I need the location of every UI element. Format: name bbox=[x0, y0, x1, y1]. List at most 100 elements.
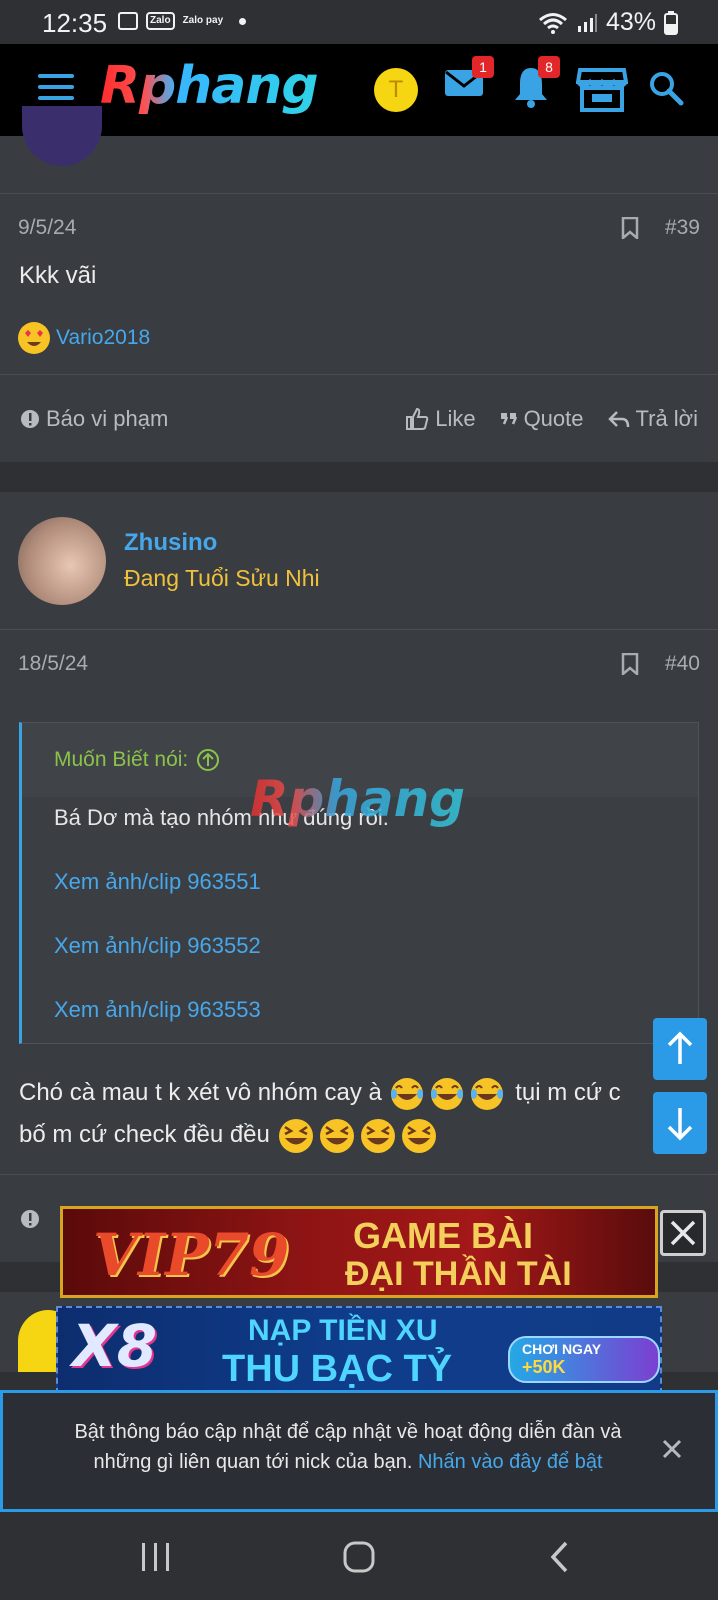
post-body: Chó cà mau t k xét vô nhóm cay à tụi m c… bbox=[0, 1072, 718, 1156]
quote-body: Bá Dơ mà tạo nhóm như đúng rồi. Xem ảnh/… bbox=[22, 797, 698, 1043]
reply-icon bbox=[607, 410, 629, 427]
app-header: Rphang T 1 8 bbox=[0, 44, 718, 136]
recents-icon[interactable] bbox=[140, 1542, 172, 1572]
quote-author: Muốn Biết nói: bbox=[54, 748, 189, 771]
alert-icon bbox=[21, 409, 39, 428]
back-icon[interactable] bbox=[548, 1540, 570, 1574]
status-right: 43% bbox=[538, 8, 678, 37]
laughing-emoji-icon bbox=[277, 1118, 441, 1153]
store-icon bbox=[575, 68, 629, 112]
enable-notifications-link[interactable]: Nhấn vào đây để bật bbox=[418, 1451, 603, 1473]
post-author: Zhusino Đang Tuổi Sửu Nhi bbox=[0, 492, 718, 630]
site-watermark: Rphang bbox=[250, 770, 466, 828]
wifi-icon bbox=[538, 12, 567, 34]
scroll-bottom-button[interactable] bbox=[653, 1092, 707, 1154]
media-link[interactable]: Xem ảnh/clip 963551 bbox=[54, 869, 666, 895]
avatar[interactable] bbox=[18, 516, 106, 605]
home-icon[interactable] bbox=[342, 1540, 376, 1574]
search-button[interactable] bbox=[648, 70, 684, 111]
reply-label: Trả lời bbox=[635, 405, 699, 431]
like-label: Like bbox=[435, 405, 476, 431]
battery-percent: 43% bbox=[605, 8, 656, 36]
battery-icon bbox=[664, 10, 678, 35]
signal-icon bbox=[577, 13, 597, 32]
ad-close-button[interactable] bbox=[660, 1210, 706, 1256]
search-icon bbox=[650, 72, 684, 106]
post-body: Kkk vãi bbox=[19, 262, 97, 289]
zalopay-icon: Zalo pay bbox=[182, 15, 224, 26]
bookmark-icon[interactable] bbox=[621, 653, 639, 675]
messages-badge: 1 bbox=[472, 56, 494, 78]
post-date[interactable]: 9/5/24 bbox=[18, 216, 76, 240]
ad-brand: X8 bbox=[72, 1312, 158, 1380]
avatar[interactable] bbox=[22, 106, 102, 166]
ad-brand: VIP79 bbox=[93, 1221, 290, 1289]
post-number[interactable]: #39 bbox=[665, 216, 700, 240]
ad-headline: GAME BÀI bbox=[353, 1215, 533, 1256]
post-40: Zhusino Đang Tuổi Sửu Nhi 18/5/24 #40 Mu… bbox=[0, 492, 718, 1262]
bookmark-icon[interactable] bbox=[621, 217, 639, 239]
post-text-line1-tail: tụi m cứ c bbox=[515, 1079, 621, 1106]
user-avatar-button[interactable]: T bbox=[374, 68, 418, 112]
tears-joy-emoji-icon bbox=[389, 1077, 516, 1110]
push-notification-banner: Bật thông báo cập nhật để cập nhật về ho… bbox=[0, 1390, 718, 1512]
media-link[interactable]: Xem ảnh/clip 963552 bbox=[54, 933, 666, 959]
zalo-icon: Zalo bbox=[146, 12, 175, 30]
heart-eyes-emoji-icon bbox=[18, 322, 50, 354]
store-button[interactable] bbox=[575, 66, 629, 117]
media-link[interactable]: Xem ảnh/clip 963553 bbox=[54, 997, 666, 1023]
quote-button[interactable]: Quote bbox=[500, 406, 584, 432]
reply-button[interactable]: Trả lời bbox=[607, 405, 699, 432]
arrow-down-icon bbox=[667, 1108, 693, 1141]
post-39: 9/5/24 #39 Kkk vãi Vario2018 Báo vi phạm… bbox=[0, 106, 718, 462]
status-left-icons: Zalo Zalo pay bbox=[118, 12, 247, 30]
post-actions: Báo vi phạm Like Quote Trả lời bbox=[0, 374, 718, 462]
ad-subheadline: THU BẠC TỶ bbox=[222, 1348, 453, 1390]
notifications-badge: 8 bbox=[538, 56, 560, 78]
alert-icon bbox=[21, 1209, 39, 1228]
ad-subheadline: ĐẠI THẦN TÀI bbox=[345, 1255, 572, 1293]
thread-content: 9/5/24 #39 Kkk vãi Vario2018 Báo vi phạm… bbox=[0, 106, 718, 1372]
status-bar: 12:35 Zalo Zalo pay 43% bbox=[0, 0, 718, 44]
close-icon bbox=[670, 1220, 696, 1246]
report-button[interactable] bbox=[20, 1209, 40, 1229]
ad-banner-x8[interactable]: X8 NẠP TIỀN XU THU BẠC TỶ CHƠI NGAY +50K bbox=[56, 1306, 662, 1394]
post-separator bbox=[0, 462, 718, 492]
ad-cta-bonus: +50K bbox=[522, 1357, 566, 1377]
quote-label: Quote bbox=[523, 405, 584, 431]
username[interactable]: Zhusino bbox=[124, 529, 320, 557]
system-nav-bar bbox=[0, 1512, 718, 1600]
post-text-line1: Chó cà mau t k xét vô nhóm cay à bbox=[19, 1079, 382, 1106]
ad-cta-text: CHƠI NGAY bbox=[522, 1341, 601, 1357]
post-meta: 18/5/24 #40 bbox=[0, 630, 718, 698]
status-time: 12:35 bbox=[42, 8, 108, 38]
messages-button[interactable]: 1 bbox=[444, 56, 494, 105]
report-button[interactable]: Báo vi phạm bbox=[20, 406, 168, 432]
post-text-line2: bố m cứ check đều đều bbox=[19, 1121, 270, 1148]
ad-banner-vip79[interactable]: VIP79 GAME BÀI ĐẠI THẦN TÀI bbox=[60, 1206, 658, 1298]
post-39-author-strip bbox=[0, 106, 718, 194]
notification-message: Bật thông báo cập nhật để cập nhật về ho… bbox=[53, 1417, 643, 1477]
thumbs-up-icon bbox=[406, 407, 429, 430]
reactions-bar[interactable]: Vario2018 bbox=[0, 310, 718, 374]
post-meta: 9/5/24 #39 bbox=[0, 194, 718, 262]
report-label: Báo vi phạm bbox=[46, 405, 169, 431]
post-date[interactable]: 18/5/24 bbox=[18, 652, 88, 676]
gallery-icon bbox=[118, 12, 138, 30]
user-title: Đang Tuổi Sửu Nhi bbox=[124, 565, 320, 591]
like-button[interactable]: Like bbox=[405, 405, 476, 432]
arrow-up-icon bbox=[667, 1031, 693, 1064]
more-notifications-dot bbox=[239, 17, 247, 25]
ad-headline: NẠP TIỀN XU bbox=[248, 1314, 438, 1347]
notifications-button[interactable]: 8 bbox=[512, 56, 560, 113]
ad-cta-button[interactable]: CHƠI NGAY +50K bbox=[508, 1336, 660, 1383]
site-logo[interactable]: Rphang bbox=[100, 56, 319, 116]
post-number[interactable]: #40 bbox=[665, 652, 700, 676]
close-icon bbox=[662, 1439, 682, 1459]
reaction-user-link[interactable]: Vario2018 bbox=[56, 326, 150, 350]
menu-icon[interactable] bbox=[38, 74, 74, 102]
notification-close-button[interactable] bbox=[661, 1435, 683, 1467]
quote-icon bbox=[500, 412, 517, 424]
arrow-up-circle-icon[interactable] bbox=[196, 748, 220, 772]
scroll-top-button[interactable] bbox=[653, 1018, 707, 1080]
